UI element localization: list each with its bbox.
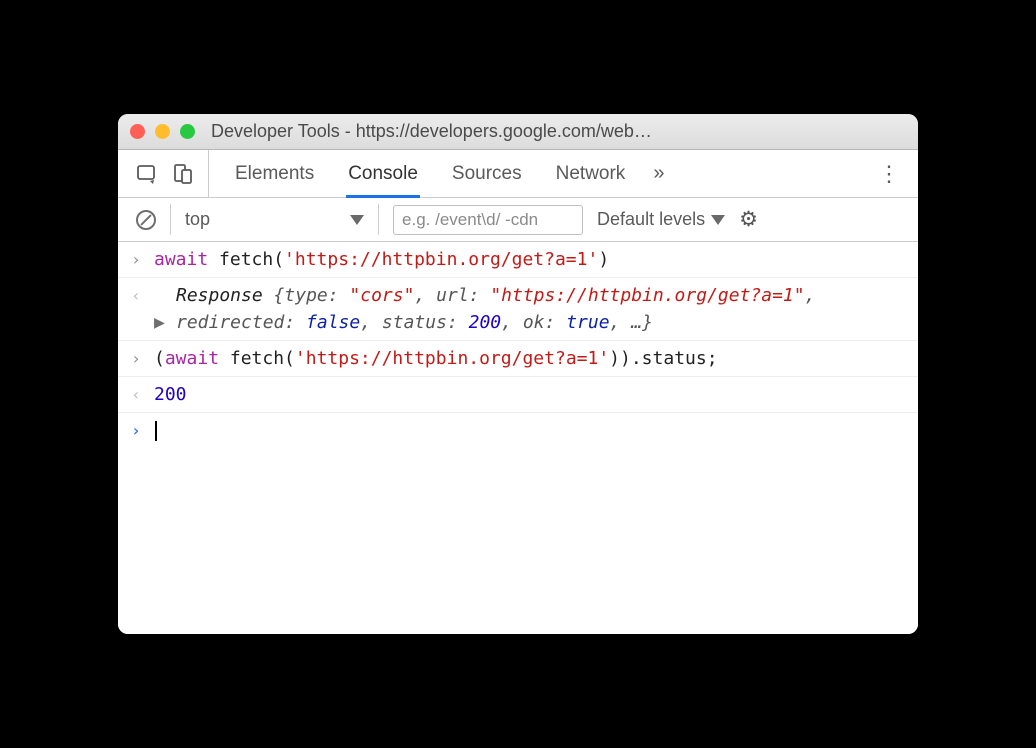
levels-label: Default levels (597, 209, 705, 230)
kebab-menu-icon[interactable]: ⋮ (878, 161, 900, 187)
tabs-overflow[interactable]: » (653, 162, 664, 185)
console-output-row: ‹ ▶ Response {type: "cors", url: "https:… (118, 278, 918, 341)
punct: ) (598, 249, 609, 270)
console-code: await fetch('https://httpbin.org/get?a=1… (154, 246, 918, 273)
prop-key: ok: (523, 312, 566, 333)
filter-input[interactable] (393, 205, 583, 235)
brace: { (274, 285, 285, 306)
gear-icon[interactable]: ⚙ (739, 207, 758, 232)
prompt-icon: › (118, 345, 154, 372)
console-output-row: ‹ 200 (118, 377, 918, 413)
maximize-button[interactable] (180, 124, 195, 139)
prop-val: true (566, 312, 609, 333)
call: fetch( (219, 348, 295, 369)
prompt-icon: › (118, 246, 154, 273)
prop-key: url: (436, 285, 490, 306)
context-label: top (185, 209, 210, 230)
keyword: await (154, 249, 208, 270)
console-toolbar: top Default levels ⚙ (118, 198, 918, 242)
sep: , (360, 312, 382, 333)
number: 200 (154, 384, 187, 405)
window-title: Developer Tools - https://developers.goo… (211, 121, 906, 142)
window-controls (130, 124, 195, 139)
prop-key: redirected: (176, 312, 306, 333)
clear-console-icon[interactable] (136, 210, 156, 230)
sep: , (501, 312, 523, 333)
sep: , (805, 285, 816, 306)
devtools-tabs: Elements Console Sources Network » ⋮ (118, 150, 918, 198)
log-level-selector[interactable]: Default levels (597, 209, 725, 230)
prop-val: "cors" (349, 285, 414, 306)
prop-val: false (306, 312, 360, 333)
console-value: 200 (154, 381, 918, 408)
keyword: await (165, 348, 219, 369)
divider (378, 204, 379, 234)
object-name: Response (176, 285, 274, 306)
prop-key: type: (284, 285, 349, 306)
console-code: (await fetch('https://httpbin.org/get?a=… (154, 345, 918, 372)
prompt-icon: › (118, 417, 154, 444)
prop-val: 200 (469, 312, 502, 333)
string: 'https://httpbin.org/get?a=1' (295, 348, 609, 369)
close-button[interactable] (130, 124, 145, 139)
divider (170, 204, 171, 234)
sep: , … (610, 312, 643, 333)
titlebar: Developer Tools - https://developers.goo… (118, 114, 918, 150)
device-toggle-icon[interactable] (172, 163, 194, 185)
brace: } (642, 312, 653, 333)
console-input-row: › await fetch('https://httpbin.org/get?a… (118, 242, 918, 278)
inspect-element-icon[interactable] (136, 163, 158, 185)
return-icon: ‹ (118, 381, 154, 408)
console-input[interactable] (154, 417, 918, 444)
tab-console[interactable]: Console (346, 150, 420, 197)
expand-icon[interactable]: ▶ (154, 309, 165, 336)
prop-val: "https://httpbin.org/get?a=1" (490, 285, 804, 306)
chevron-down-icon (711, 215, 725, 225)
tab-network[interactable]: Network (554, 150, 628, 197)
minimize-button[interactable] (155, 124, 170, 139)
call: fetch( (208, 249, 284, 270)
prop-key: status: (382, 312, 469, 333)
return-icon: ‹ (118, 282, 154, 336)
string: 'https://httpbin.org/get?a=1' (284, 249, 598, 270)
punct: )).status; (609, 348, 717, 369)
tab-elements[interactable]: Elements (233, 150, 316, 197)
sep: , (414, 285, 436, 306)
tab-sources[interactable]: Sources (450, 150, 524, 197)
console-object[interactable]: ▶ Response {type: "cors", url: "https://… (154, 282, 918, 336)
chevron-down-icon (350, 215, 364, 225)
execution-context-selector[interactable]: top (185, 209, 364, 230)
devtools-window: Developer Tools - https://developers.goo… (118, 114, 918, 634)
console-output: › await fetch('https://httpbin.org/get?a… (118, 242, 918, 634)
console-input-row: › (await fetch('https://httpbin.org/get?… (118, 341, 918, 377)
punct: ( (154, 348, 165, 369)
console-prompt-row[interactable]: › (118, 413, 918, 448)
text-cursor (155, 421, 157, 441)
